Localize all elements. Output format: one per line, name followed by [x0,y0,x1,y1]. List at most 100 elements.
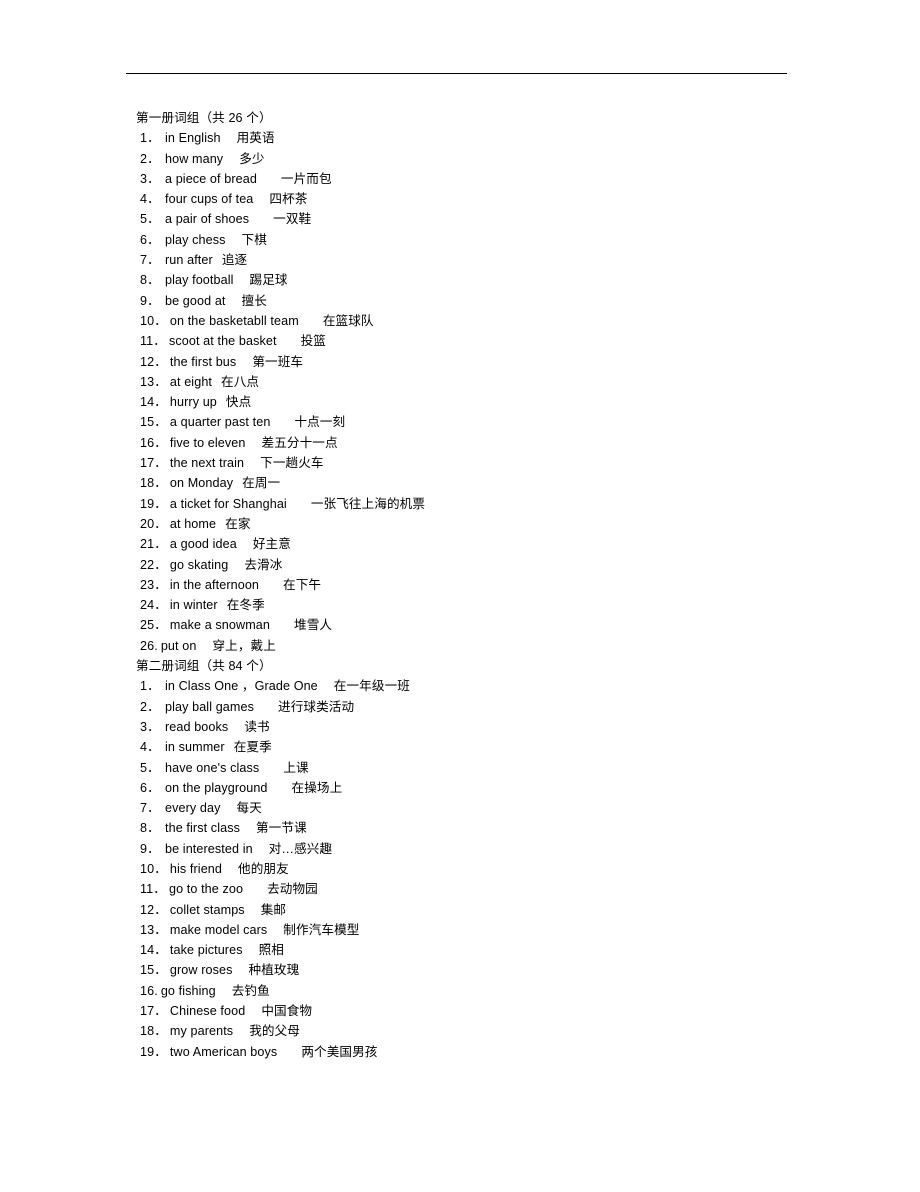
phrase-item: 15． grow roses 种植玫瑰 [136,960,836,980]
phrase-number: 15． [140,963,167,978]
phrase-chinese: 上课 [283,760,309,775]
phrase-english: how many [165,151,224,166]
phrase-item: 5． have one's class 上课 [136,758,836,778]
phrase-number: 16． [140,435,167,450]
phrase-number: 5． [140,760,160,775]
phrase-number: 1． [140,131,160,146]
phrase-item: 6． on the playground 在操场上 [136,778,836,798]
phrase-chinese: 两个美国男孩 [301,1044,378,1059]
phrase-number: 13． [140,922,167,937]
phrase-english: at home [169,516,217,531]
phrase-chinese: 在夏季 [233,740,272,755]
phrase-english: in summer [165,740,225,755]
phrase-english: the next train [169,456,245,471]
phrase-number: 22． [140,557,167,572]
phrase-number: 21． [140,537,167,552]
phrase-number: 18． [140,476,167,491]
phrase-item: 1． in English 用英语 [136,128,836,148]
phrase-english: make model cars [169,922,268,937]
phrase-chinese: 一双鞋 [273,212,312,227]
phrase-number: 7． [140,801,160,816]
phrase-number: 2． [140,699,160,714]
phrase-item: 22． go skating 去滑冰 [136,555,836,575]
phrase-number: 16. [140,983,158,998]
phrase-english: Chinese food [169,1004,246,1019]
phrase-chinese: 读书 [244,719,270,734]
phrase-list: 1． in Class One ，Grade One 在一年级一班 2． play ba… [136,676,836,1062]
phrase-chinese: 进行球类活动 [278,699,355,714]
phrase-number: 15． [140,415,167,430]
phrase-item: 9． be interested in 对…感兴趣 [136,839,836,859]
phrase-chinese: 下一趟火车 [260,456,324,471]
phrase-number: 4． [140,192,160,207]
phrase-number: 11． [140,882,166,897]
phrase-chinese: 照相 [258,943,284,958]
phrase-english: a quarter past ten [169,415,271,430]
phrase-number: 2． [140,151,160,166]
phrase-chinese: 一张飞往上海的机票 [310,496,426,511]
phrase-english: play chess [165,232,226,247]
phrase-item: 3． read books 读书 [136,717,836,737]
phrase-english: his friend [169,861,223,876]
phrase-number: 18． [140,1024,167,1039]
phrase-item: 21． a good idea 好主意 [136,534,836,554]
phrase-item: 20． at home 在家 [136,514,836,534]
phrase-chinese: 去滑冰 [244,557,283,572]
document-page: 第一册词组（共 26 个） 1． in English 用英语 2． how many 多少… [0,0,920,1192]
phrase-number: 3． [140,171,160,186]
phrase-english: have one's class [165,760,260,775]
phrase-english: in winter [169,598,218,613]
phrase-item: 4． in summer 在夏季 [136,737,836,757]
phrase-number: 10． [140,861,167,876]
phrase-chinese: 我的父母 [249,1024,300,1039]
phrase-number: 25． [140,618,167,633]
phrase-chinese: 在八点 [221,374,260,389]
phrase-chinese: 在家 [225,516,251,531]
phrase-english: every day [165,801,221,816]
phrase-number: 9． [140,841,160,856]
phrase-number: 4． [140,740,160,755]
phrase-english: in Class One ，Grade One [165,679,318,694]
phrase-chinese: 好主意 [252,537,291,552]
phrase-item: 17． the next train 下一趟火车 [136,453,836,473]
phrase-chinese: 种植玫瑰 [248,963,300,978]
phrase-item: 13． make model cars 制作汽车模型 [136,920,836,940]
phrase-number: 6． [140,232,160,247]
phrase-number: 6． [140,780,160,795]
phrase-english: run after [165,253,213,268]
phrase-chinese: 对…感兴趣 [268,841,333,856]
phrase-chinese: 中国食物 [261,1004,313,1019]
phrase-english: on the basketabll team [169,313,299,328]
phrase-number: 10． [140,313,167,328]
phrase-english: in English [165,131,221,146]
phrase-english: go fishing [160,983,216,998]
phrase-number: 26. [140,638,158,653]
phrase-number: 23． [140,577,167,592]
phrase-number: 14． [140,395,167,410]
phrase-english: my parents [169,1024,234,1039]
phrase-english: on Monday [169,476,234,491]
phrase-chinese: 每天 [236,801,262,816]
phrase-english: go skating [169,557,229,572]
phrase-chinese: 他的朋友 [238,861,289,876]
phrase-english: make a snowman [169,618,271,633]
phrase-english: five to eleven [169,435,246,450]
phrase-chinese: 在冬季 [226,598,265,613]
phrase-chinese: 去动物园 [267,882,318,897]
vocabulary-sections: 第一册词组（共 26 个） 1． in English 用英语 2． how many 多少… [136,108,836,1062]
phrase-number: 7． [140,253,160,268]
phrase-english: in the afternoon [169,577,260,592]
phrase-number: 20． [140,516,167,531]
phrase-number: 14． [140,943,167,958]
phrase-number: 19． [140,1044,167,1059]
phrase-chinese: 下棋 [241,232,267,247]
phrase-english: be interested in [165,841,253,856]
phrase-chinese: 踢足球 [249,273,288,288]
document-content: 第一册词组（共 26 个） 1． in English 用英语 2． how many 多少… [136,108,836,1062]
header-rule-divider [126,73,787,74]
phrase-english: at eight [169,374,213,389]
phrase-item: 5． a pair of shoes 一双鞋 [136,209,836,229]
phrase-chinese: 一片而包 [280,171,332,186]
phrase-item: 25． make a snowman 堆雪人 [136,615,836,635]
phrase-english: play ball games [165,699,255,714]
